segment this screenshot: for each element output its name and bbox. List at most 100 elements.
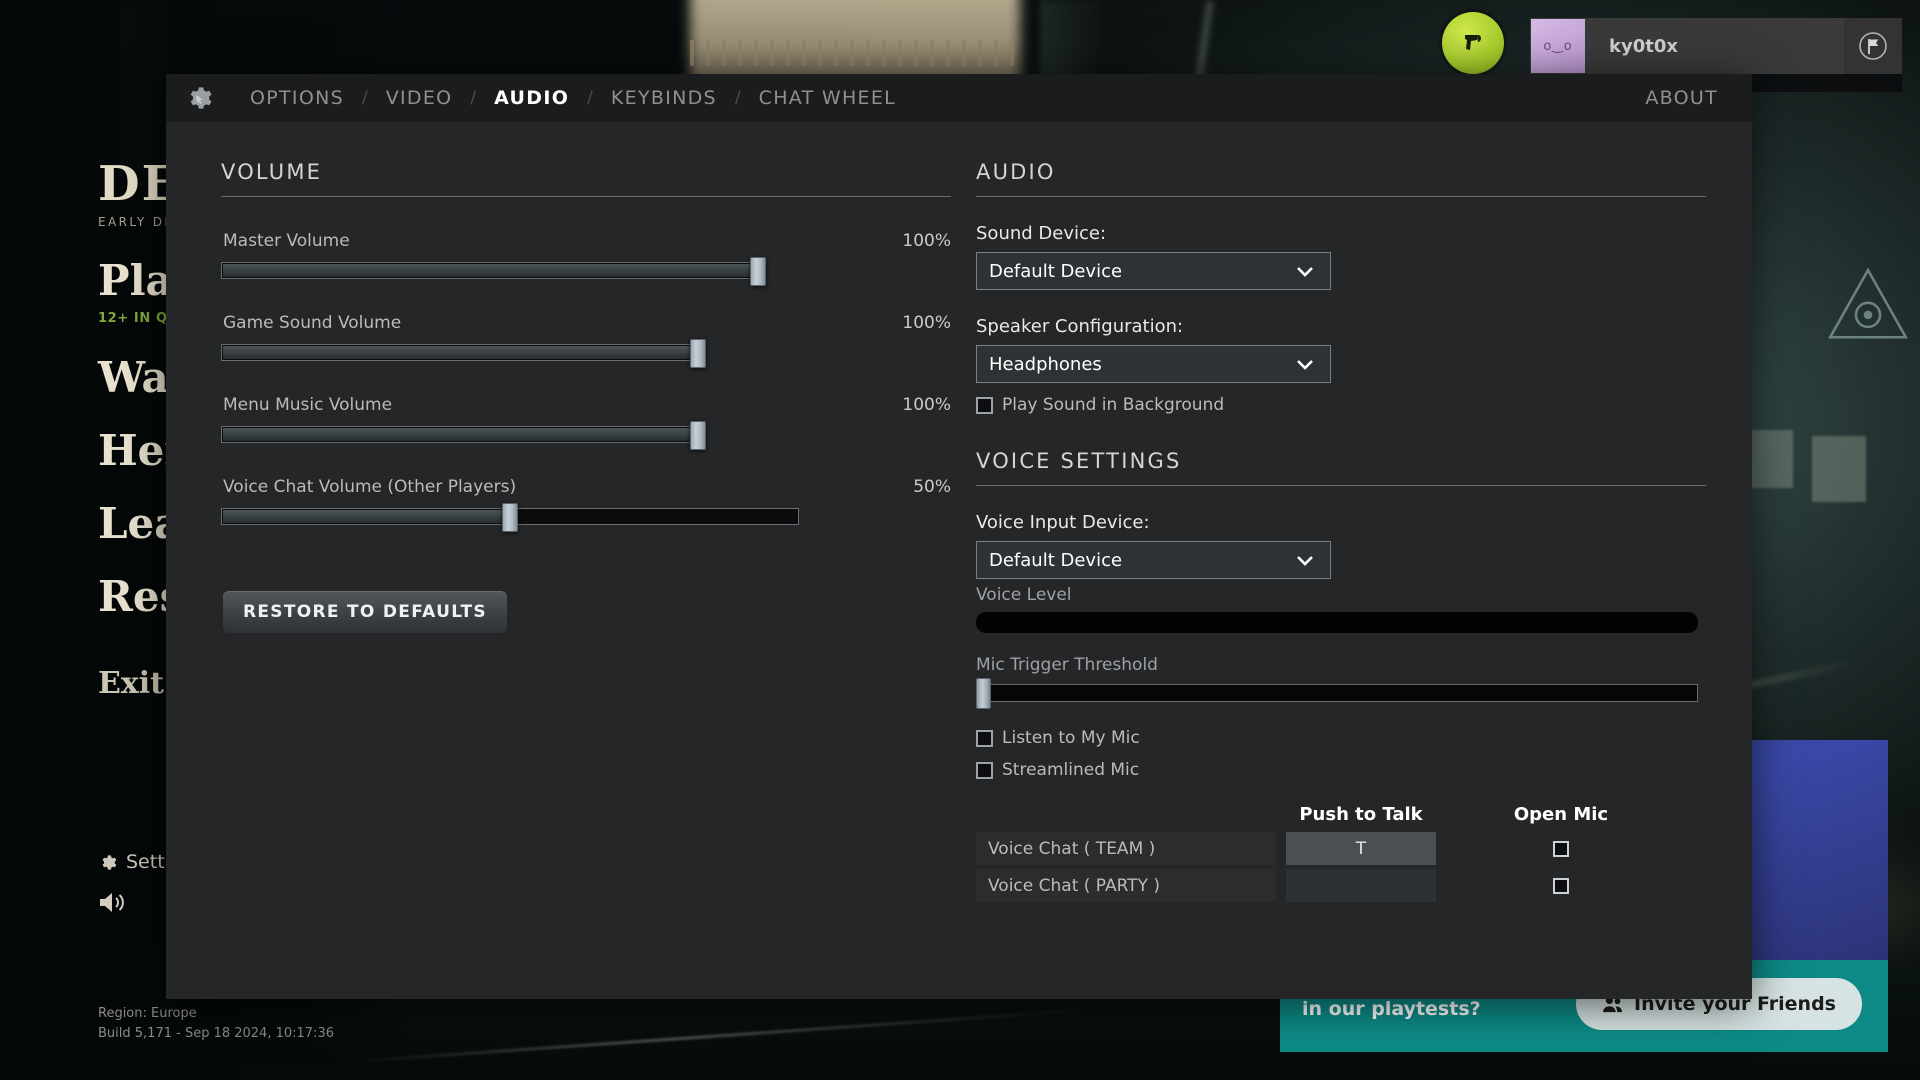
voice-input-device-label: Voice Input Device: [976,512,1150,533]
settings-gear-icon [178,78,218,118]
voice-chat-party-openmic-checkbox[interactable] [1553,877,1569,894]
listen-to-my-mic-checkbox[interactable] [976,729,993,747]
speaker-config-value: Headphones [989,353,1102,375]
tab-options[interactable]: OPTIONS [234,74,360,122]
slider-header: Menu Music Volume 100% [221,395,951,415]
tab-audio-label: AUDIO [494,87,570,109]
voice-level-label: Voice Level [976,585,1072,605]
voice-input-device-select[interactable]: Default Device [976,541,1331,579]
slider-game-sound-volume[interactable]: Game Sound Volume 100% [221,313,951,368]
play-sound-background-label: Play Sound in Background [1002,395,1225,415]
slider-value: 50% [913,477,951,497]
promo-question: in our playtests? [1302,998,1481,1020]
voice-chat-team-key-button[interactable]: T [1286,832,1436,865]
slider-fill [223,428,697,441]
gear-icon [102,854,117,870]
slider-track[interactable] [221,421,706,450]
slider-label: Voice Chat Volume (Other Players) [223,477,517,497]
tab-chat-wheel-label: CHAT WHEEL [758,87,897,109]
tab-options-label: OPTIONS [250,87,344,109]
mic-trigger-threshold-label: Mic Trigger Threshold [976,655,1158,675]
slider-value: 100% [902,231,951,251]
user-bar[interactable]: o‿o ky0t0x [1530,18,1902,74]
tab-video[interactable]: VIDEO [370,74,469,122]
volume-column: VOLUME Master Volume 100% Game Sound Vol… [221,160,951,633]
slider-menu-music-volume[interactable]: Menu Music Volume 100% [221,395,951,450]
slider-knob[interactable] [690,421,706,450]
slider-knob[interactable] [690,339,706,368]
slider-knob[interactable] [502,503,518,532]
settings-tabbar: OPTIONS / VIDEO / AUDIO / KEYBINDS / CHA… [166,74,1752,122]
slider-track[interactable] [221,257,766,286]
slider-header: Master Volume 100% [221,231,951,251]
section-divider [976,196,1706,197]
flag-icon [1859,32,1887,60]
voice-chat-team-openmic-cell [1506,832,1616,865]
slider-knob[interactable] [976,678,992,709]
friend-invite-icon [1465,35,1481,50]
mic-trigger-threshold-slider[interactable] [976,678,1698,709]
slider-value: 100% [902,313,951,333]
report-flag-button[interactable] [1844,18,1902,74]
slider-fill [223,346,697,359]
section-divider [221,196,951,197]
sound-device-label: Sound Device: [976,223,1107,244]
section-divider [976,485,1706,486]
tab-separator: / [470,88,477,108]
restore-to-defaults-button[interactable]: RESTORE TO DEFAULTS [223,591,507,633]
tab-about[interactable]: ABOUT [1645,87,1718,109]
voice-chat-party-key-button[interactable] [1286,869,1436,902]
voice-input-device-value: Default Device [989,549,1123,571]
settings-body: VOLUME Master Volume 100% Game Sound Vol… [166,122,1752,999]
slider-label: Game Sound Volume [223,313,402,333]
slider-knob[interactable] [750,257,766,286]
play-sound-background-row[interactable]: Play Sound in Background [976,395,1706,415]
tab-keybinds-label: KEYBINDS [610,87,717,109]
voice-chat-team-openmic-checkbox[interactable] [1553,840,1569,857]
streamlined-mic-checkbox[interactable] [976,761,993,779]
avatar[interactable]: o‿o [1531,19,1585,73]
slider-label: Menu Music Volume [223,395,393,415]
speaker-config-label: Speaker Configuration: [976,316,1184,337]
slider-voice-chat-volume[interactable]: Voice Chat Volume (Other Players) 50% [221,477,951,532]
build-info: Region: Europe Build 5,171 - Sep 18 2024… [98,1004,334,1044]
chevron-down-icon [1297,267,1313,277]
slider-header: Game Sound Volume 100% [221,313,951,333]
slider-master-volume[interactable]: Master Volume 100% [221,231,951,286]
sound-device-select[interactable]: Default Device [976,252,1331,290]
tab-separator: / [734,88,741,108]
table-row: Voice Chat ( PARTY ) [976,869,1698,902]
slider-value: 100% [902,395,951,415]
voice-chat-party-label: Voice Chat ( PARTY ) [976,869,1276,902]
slider-fill [223,510,509,523]
speaker-config-select[interactable]: Headphones [976,345,1331,383]
volume-section-title: VOLUME [221,160,323,184]
voice-chat-team-label: Voice Chat ( TEAM ) [976,832,1276,865]
streamlined-mic-label: Streamlined Mic [1002,760,1140,780]
listen-to-my-mic-label: Listen to My Mic [1002,728,1140,748]
audio-section-title: AUDIO [976,160,1056,184]
avatar-face: o‿o [1543,38,1573,54]
tab-audio[interactable]: AUDIO [478,74,585,122]
voice-level-meter [976,612,1698,633]
background-poster [1812,436,1866,502]
slider-header: Voice Chat Volume (Other Players) 50% [221,477,951,497]
background-poster [1745,430,1793,488]
friend-invite-button[interactable] [1442,12,1504,74]
slider-label: Master Volume [223,231,350,251]
streamlined-mic-row[interactable]: Streamlined Mic [976,760,1706,780]
tab-chat-wheel[interactable]: CHAT WHEEL [743,74,912,122]
slider-track[interactable] [221,339,706,368]
play-sound-background-checkbox[interactable] [976,396,993,414]
column-open-mic: Open Mic [1513,804,1609,825]
background-railing [690,40,1020,66]
tab-separator: / [361,88,368,108]
table-row: Voice Chat ( TEAM ) T [976,832,1698,865]
speaker-icon [100,893,124,912]
slider-track[interactable] [221,503,799,532]
tab-keybinds[interactable]: KEYBINDS [595,74,733,122]
voice-settings-section-title: VOICE SETTINGS [976,449,1182,473]
column-push-to-talk: Push to Talk [1299,804,1423,825]
listen-to-my-mic-row[interactable]: Listen to My Mic [976,728,1706,748]
tab-video-label: VIDEO [385,87,453,109]
